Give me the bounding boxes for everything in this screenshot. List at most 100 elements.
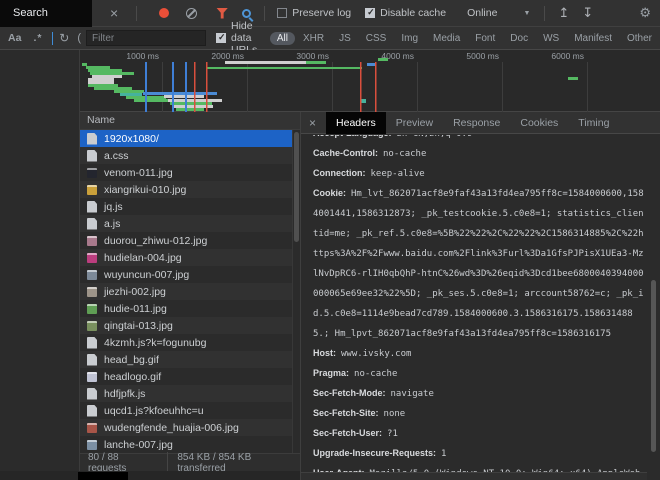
header-entry: Accept-Languagezh-CN,zh;q=0.9 xyxy=(313,135,645,143)
match-case-icon[interactable]: Aa xyxy=(8,32,21,44)
request-row[interactable]: jq.js xyxy=(80,198,300,215)
disable-cache-label: Disable cache xyxy=(380,7,446,19)
request-name: hudie-011.jpg xyxy=(104,303,167,315)
request-name: wuyuncun-007.jpg xyxy=(104,269,189,281)
list-scrollbar-thumb[interactable] xyxy=(294,132,299,242)
name-column-header[interactable]: Name xyxy=(80,112,300,130)
summary-bar: 80 / 88 requests 854 KB / 854 KB transfe… xyxy=(80,453,300,471)
clear-icon[interactable] xyxy=(186,8,197,19)
header-name: Pragma xyxy=(313,368,349,378)
import-har-icon[interactable]: ↥ xyxy=(558,5,569,21)
request-row[interactable]: jiezhi-002.jpg xyxy=(80,283,300,300)
disable-cache-checkbox[interactable] xyxy=(365,8,375,18)
drawer-tab-label: Search xyxy=(13,7,48,19)
toolbar-separator xyxy=(264,6,265,21)
tab-headers[interactable]: Headers xyxy=(326,112,386,134)
request-row[interactable]: duorou_zhiwu-012.jpg xyxy=(80,232,300,249)
header-name: Upgrade-Insecure-Requests xyxy=(313,448,436,458)
filter-funnel-icon[interactable] xyxy=(216,8,228,19)
drawer-close-icon[interactable]: × xyxy=(110,6,118,20)
request-row[interactable]: hdfjpfk.js xyxy=(80,385,300,402)
request-list: 1920x1080/a.css venom-011.jpgxiangrikui-0… xyxy=(80,130,300,453)
export-har-icon[interactable]: ↧ xyxy=(582,5,593,21)
request-row[interactable]: lanche-007.jpg xyxy=(80,436,300,453)
details-scrollbar-thumb[interactable] xyxy=(651,280,656,452)
header-value: Hm_lvt_862071acf8e9faf43a13fd4ea795ff8c=… xyxy=(313,189,644,339)
request-row[interactable]: uqcd1.js?kfoeuhhc=u xyxy=(80,402,300,419)
tab-preview[interactable]: Preview xyxy=(386,112,443,134)
drawer-tab-search[interactable]: Search xyxy=(0,0,92,27)
request-row[interactable]: xiangrikui-010.jpg xyxy=(80,181,300,198)
request-row[interactable]: wudengfende_huajia-006.jpg xyxy=(80,419,300,436)
regex-icon[interactable]: .* xyxy=(33,32,42,44)
network-overview[interactable]: 1000 ms2000 ms3000 ms4000 ms5000 ms6000 … xyxy=(80,50,660,112)
header-value: ?1 xyxy=(387,429,398,439)
request-row[interactable]: a.js xyxy=(80,215,300,232)
request-row[interactable]: hudie-011.jpg xyxy=(80,300,300,317)
hide-data-urls-checkbox[interactable] xyxy=(216,33,226,43)
header-entry: CookieHm_lvt_862071acf8e9faf43a13fd4ea79… xyxy=(313,183,645,343)
bottom-strip-box xyxy=(78,472,128,480)
settings-gear-icon[interactable]: ⚙ xyxy=(639,5,651,21)
filter-type-all[interactable]: All xyxy=(270,32,295,45)
tab-timing[interactable]: Timing xyxy=(568,112,619,134)
request-row[interactable]: hudielan-004.jpg xyxy=(80,249,300,266)
filter-type-other[interactable]: Other xyxy=(620,32,659,45)
filter-type-img[interactable]: Img xyxy=(394,32,425,45)
svg-text:6000 ms: 6000 ms xyxy=(551,51,584,61)
requests-table: Name 1920x1080/a.css venom-011.jpgxiangri… xyxy=(80,112,300,453)
request-row[interactable]: a.css xyxy=(80,147,300,164)
header-name: Sec-Fetch-Mode xyxy=(313,388,386,398)
request-row[interactable]: wuyuncun-007.jpg xyxy=(80,266,300,283)
svg-text:5000 ms: 5000 ms xyxy=(466,51,499,61)
details-tab-bar: × HeadersPreviewResponseCookiesTiming xyxy=(301,112,660,134)
request-name: hudielan-004.jpg xyxy=(104,252,182,264)
record-icon[interactable] xyxy=(159,8,169,18)
request-name: uqcd1.js?kfoeuhhc=u xyxy=(104,405,204,417)
filter-type-js[interactable]: JS xyxy=(332,32,358,45)
clear-search-icon[interactable]: ( xyxy=(77,32,81,44)
filter-type-ws[interactable]: WS xyxy=(536,32,566,45)
header-value: no-cache xyxy=(383,149,426,159)
list-scrollbar[interactable] xyxy=(292,130,300,453)
filter-type-doc[interactable]: Doc xyxy=(503,32,535,45)
header-entry: Pragmano-cache xyxy=(313,363,645,383)
tab-response[interactable]: Response xyxy=(443,112,510,134)
network-filter-input[interactable] xyxy=(86,30,206,46)
request-details-pane: × HeadersPreviewResponseCookiesTiming Ac… xyxy=(300,112,660,480)
request-name: jq.js xyxy=(104,201,123,213)
tab-cookies[interactable]: Cookies xyxy=(510,112,568,134)
document-file-icon xyxy=(87,354,97,366)
filter-type-css[interactable]: CSS xyxy=(359,32,394,45)
preserve-log-checkbox[interactable] xyxy=(277,8,287,18)
header-name: Cache-Control xyxy=(313,148,378,158)
request-row[interactable]: 4kzmh.js?k=fogunubg xyxy=(80,334,300,351)
request-name: duorou_zhiwu-012.jpg xyxy=(104,235,207,247)
request-row[interactable]: 1920x1080/ xyxy=(80,130,300,147)
request-name: a.css xyxy=(104,150,129,162)
image-file-icon xyxy=(87,185,97,195)
request-row[interactable]: venom-011.jpg xyxy=(80,164,300,181)
image-file-icon xyxy=(87,270,97,280)
header-value: none xyxy=(384,409,406,419)
header-name: Accept-Language xyxy=(313,135,392,138)
request-name: hdfjpfk.js xyxy=(104,388,145,400)
request-row[interactable]: head_bg.gif xyxy=(80,351,300,368)
request-name: wudengfende_huajia-006.jpg xyxy=(104,422,239,434)
filter-type-manifest[interactable]: Manifest xyxy=(567,32,619,45)
request-name: head_bg.gif xyxy=(104,354,159,366)
image-file-icon xyxy=(87,168,97,178)
filter-type-font[interactable]: Font xyxy=(468,32,502,45)
request-row[interactable]: headlogo.gif xyxy=(80,368,300,385)
request-name: jiezhi-002.jpg xyxy=(104,286,166,298)
throttling-select[interactable]: Online ▼ xyxy=(462,7,530,19)
request-row[interactable]: qingtai-013.jpg xyxy=(80,317,300,334)
document-file-icon xyxy=(87,337,97,349)
close-details-icon[interactable]: × xyxy=(309,116,316,130)
filter-type-xhr[interactable]: XHR xyxy=(296,32,331,45)
refresh-icon[interactable]: ↻ xyxy=(59,31,69,45)
header-entry: Connectionkeep-alive xyxy=(313,163,645,183)
header-value: navigate xyxy=(391,389,434,399)
search-icon[interactable] xyxy=(242,9,251,18)
filter-type-media[interactable]: Media xyxy=(426,32,467,45)
